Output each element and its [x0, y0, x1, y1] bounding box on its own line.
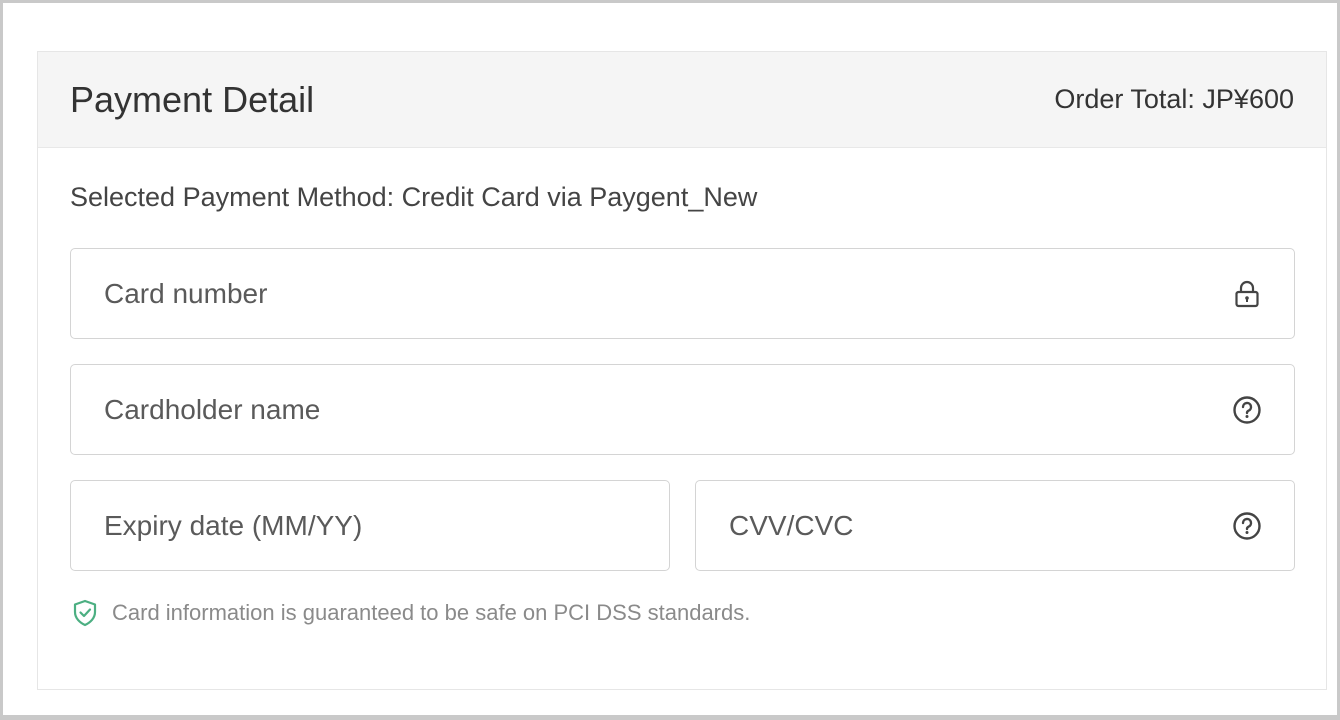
cardholder-name-field[interactable]: Cardholder name	[70, 364, 1295, 455]
page-title: Payment Detail	[70, 78, 315, 120]
selected-payment-method: Selected Payment Method: Credit Card via…	[70, 182, 758, 212]
lock-icon	[1232, 279, 1262, 309]
expiry-date-placeholder: Expiry date (MM/YY)	[104, 509, 363, 541]
payment-detail-card: Payment Detail Order Total: JP¥600 Selec…	[37, 51, 1327, 690]
card-number-field[interactable]: Card number	[70, 248, 1295, 339]
cardholder-name-placeholder: Cardholder name	[104, 393, 321, 425]
help-icon[interactable]	[1232, 395, 1262, 425]
window-frame: Payment Detail Order Total: JP¥600 Selec…	[0, 0, 1340, 720]
card-number-placeholder: Card number	[104, 277, 268, 309]
cvv-field[interactable]: CVV/CVC	[695, 480, 1295, 571]
security-notice: Card information is guaranteed to be saf…	[70, 598, 750, 628]
order-total: Order Total: JP¥600	[1054, 84, 1294, 114]
security-notice-text: Card information is guaranteed to be saf…	[112, 600, 751, 625]
expiry-date-field[interactable]: Expiry date (MM/YY)	[70, 480, 670, 571]
cvv-placeholder: CVV/CVC	[729, 509, 854, 541]
help-icon[interactable]	[1232, 511, 1262, 541]
shield-check-icon	[70, 598, 100, 628]
card-header: Payment Detail Order Total: JP¥600	[38, 52, 1326, 148]
